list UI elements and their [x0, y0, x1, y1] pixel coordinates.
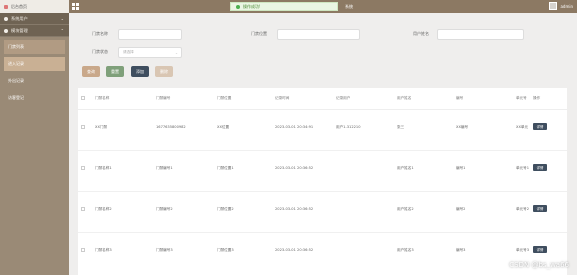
row-checkbox[interactable]	[81, 248, 85, 252]
door-name-input[interactable]	[118, 29, 182, 40]
header-cell: 门禁位置	[217, 96, 232, 100]
row-checkbox[interactable]	[81, 125, 85, 129]
header-cell: 门禁编号	[156, 96, 171, 100]
cell-user: 用户1-312210	[336, 125, 361, 129]
chevron-down-icon: ⌄	[60, 16, 64, 21]
sidebar-item-label: 访客登记	[8, 95, 24, 100]
system-title: 系统	[345, 4, 353, 9]
cell-position: 门禁位置2	[217, 207, 234, 211]
header-cell: 用户姓名	[397, 96, 412, 100]
user-icon	[4, 16, 8, 21]
cell-number: 编号2	[456, 207, 466, 211]
sidebar-item-visitor-register[interactable]: 访客登记	[4, 91, 65, 105]
sidebar-item-entry-records[interactable]: 进入记录	[4, 57, 65, 71]
row-checkbox[interactable]	[81, 207, 85, 211]
header-cell: 操作	[533, 96, 541, 100]
home-icon	[4, 4, 8, 9]
sidebar-logo[interactable]: 后台首页	[0, 0, 69, 13]
detail-button[interactable]: 详情	[533, 123, 547, 130]
cell-position: XX位置	[217, 125, 230, 129]
chevron-down-icon: ⌄	[174, 50, 178, 55]
top-bar: 操作成功! 系统 admin	[69, 0, 577, 13]
table-row: XX门禁 1677635800982 XX位置 2023-03-01 20:34…	[78, 110, 567, 151]
menu-group-label: 模块管理	[11, 27, 28, 33]
row-checkbox[interactable]	[81, 166, 85, 170]
detail-button[interactable]: 详情	[533, 164, 547, 171]
cell-code: 门禁编号1	[156, 166, 173, 170]
header-cell: 记录用户	[336, 96, 351, 100]
cell-user-name: 张三	[397, 125, 405, 129]
check-circle-icon	[236, 4, 240, 9]
sidebar: 后台首页 系统用户 ⌄ 模块管理 ⌃ 门禁列表 进入记录 外出记录 访客登记	[0, 0, 69, 275]
header-cell: 编号	[456, 96, 464, 100]
module-icon	[4, 28, 8, 33]
sidebar-logo-label: 后台首页	[11, 3, 27, 9]
door-status-placeholder: 请选择	[123, 50, 134, 54]
search-button[interactable]: 查询	[82, 66, 100, 77]
menu-group-label: 系统用户	[11, 15, 28, 21]
header-cell: 记录时间	[275, 96, 290, 100]
menu-group-system-users[interactable]: 系统用户 ⌄	[0, 13, 69, 25]
table-header: 门禁名称 门禁编号 门禁位置 记录时间 记录用户 用户姓名 编号 单元号 操作	[78, 88, 567, 110]
user-name-input[interactable]	[437, 29, 524, 40]
chevron-up-icon: ⌃	[60, 28, 64, 33]
delete-button[interactable]: 删除	[155, 66, 173, 77]
menu-group-modules[interactable]: 模块管理 ⌃	[0, 25, 69, 37]
cell-name: 门禁名称3	[95, 248, 112, 252]
cell-user-name: 用户姓名1	[397, 166, 414, 170]
cell-time: 2023-03-01 20:34:91	[275, 125, 314, 129]
sidebar-item-door-list[interactable]: 门禁列表	[4, 40, 65, 54]
door-name-label: 门禁名称	[92, 31, 108, 36]
cell-time: 2023-03-01 20:36:52	[275, 207, 314, 211]
success-toast: 操作成功!	[230, 2, 338, 11]
cell-user-name: 用户姓名3	[397, 248, 414, 252]
reset-button[interactable]: 重置	[106, 66, 124, 77]
sidebar-item-label: 进入记录	[8, 61, 24, 66]
cell-time: 2023-03-01 20:36:52	[275, 166, 314, 170]
watermark: CSDN @bs_wa66	[509, 261, 569, 269]
detail-button[interactable]: 详情	[533, 205, 547, 212]
door-position-input[interactable]	[277, 29, 360, 40]
toast-message: 操作成功!	[243, 3, 261, 9]
user-name-label: 用户姓名	[413, 31, 429, 36]
detail-button[interactable]: 详情	[533, 246, 547, 253]
records-table: 门禁名称 门禁编号 门禁位置 记录时间 记录用户 用户姓名 编号 单元号 操作 …	[78, 88, 567, 275]
add-button[interactable]: 添加	[131, 66, 149, 77]
cell-unit: XX单元	[516, 125, 529, 129]
cell-code: 门禁编号3	[156, 248, 173, 252]
cell-number: XX编号	[456, 125, 469, 129]
cell-number: 编号1	[456, 166, 466, 170]
header-cell: 门禁名称	[95, 96, 110, 100]
sidebar-item-exit-records[interactable]: 外出记录	[4, 74, 65, 88]
cell-unit: 单元号3	[516, 248, 530, 252]
door-status-select[interactable]: 请选择 ⌄	[118, 47, 182, 58]
cell-name: 门禁名称1	[95, 166, 112, 170]
menu-toggle-icon[interactable]	[72, 3, 79, 10]
avatar	[549, 2, 558, 10]
cell-user-name: 用户姓名2	[397, 207, 414, 211]
door-position-label: 门禁位置	[251, 31, 267, 36]
door-status-label: 门禁状态	[92, 49, 108, 54]
cell-name: XX门禁	[95, 125, 108, 129]
cell-unit: 单元号1	[516, 166, 530, 170]
cell-code: 1677635800982	[156, 125, 186, 129]
cell-time: 2023-03-01 20:36:52	[275, 248, 314, 252]
header-cell: 单元号	[516, 96, 527, 100]
username: admin	[560, 3, 573, 9]
cell-number: 编号3	[456, 248, 466, 252]
table-row: 门禁名称1 门禁编号1 门禁位置1 2023-03-01 20:36:52 用户…	[78, 151, 567, 192]
cell-position: 门禁位置1	[217, 166, 234, 170]
sidebar-item-label: 外出记录	[8, 78, 24, 83]
table-row: 门禁名称3 门禁编号3 门禁位置3 2023-03-01 20:36:52 用户…	[78, 233, 567, 274]
cell-position: 门禁位置3	[217, 248, 234, 252]
cell-unit: 单元号2	[516, 207, 530, 211]
cell-name: 门禁名称2	[95, 207, 112, 211]
table-row: 门禁名称2 门禁编号2 门禁位置2 2023-03-01 20:36:52 用户…	[78, 192, 567, 233]
user-menu[interactable]: admin	[549, 2, 573, 10]
cell-code: 门禁编号2	[156, 207, 173, 211]
sidebar-item-label: 门禁列表	[8, 44, 24, 49]
select-all-checkbox[interactable]	[81, 96, 85, 100]
